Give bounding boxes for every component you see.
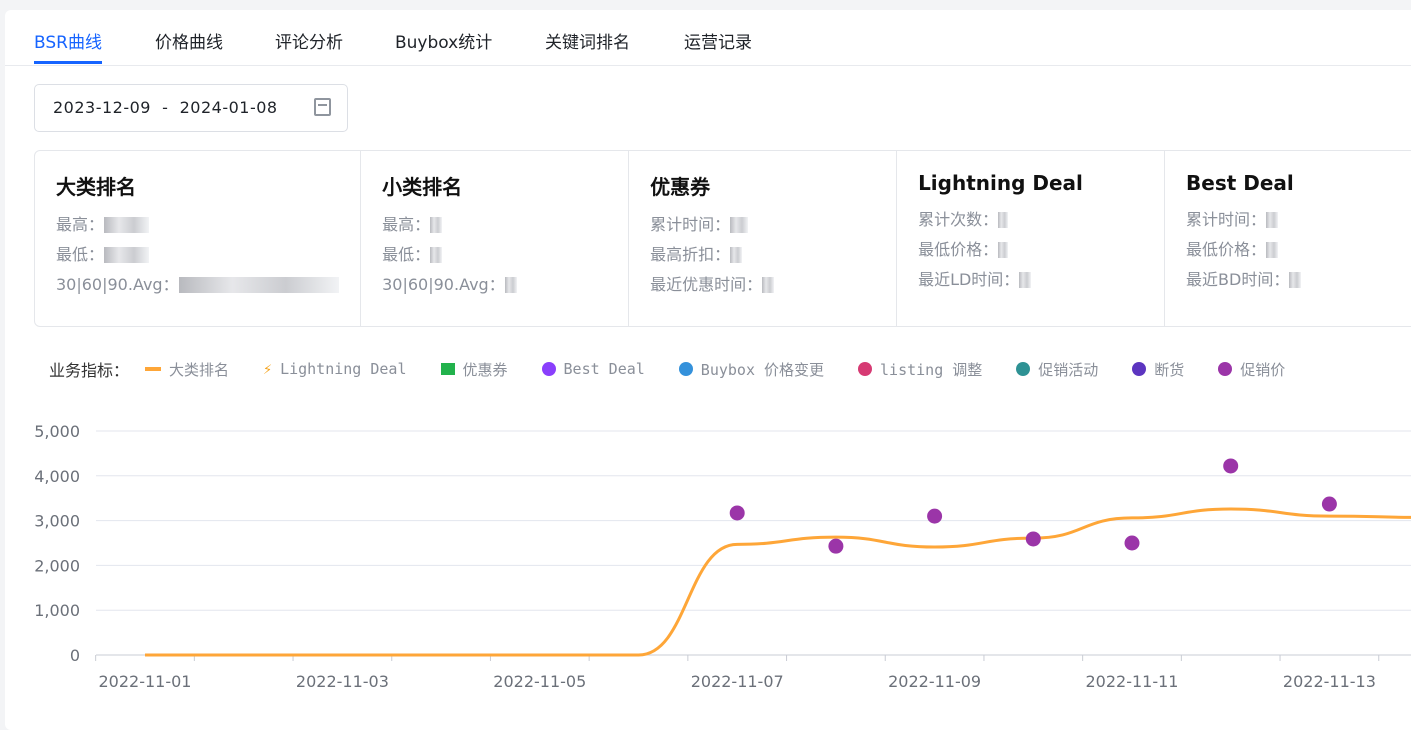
x-tick-label: 2022-11-13 [1283, 672, 1376, 691]
promo-price-point [1223, 458, 1239, 474]
promo-price-point [729, 505, 745, 521]
x-tick-label: 2022-11-09 [888, 672, 981, 691]
promo-price-point [1025, 531, 1041, 547]
x-tick-label: 2022-11-11 [1086, 672, 1179, 691]
x-tick-label: 2022-11-03 [296, 672, 389, 691]
promo-price-point [1124, 535, 1140, 551]
x-tick-label: 2022-11-05 [493, 672, 586, 691]
y-tick-label: 0 [70, 646, 80, 665]
y-tick-label: 5,000 [34, 422, 80, 441]
promo-price-point [828, 538, 844, 554]
y-tick-label: 1,000 [34, 601, 80, 620]
x-tick-label: 2022-11-07 [691, 672, 784, 691]
y-tick-label: 3,000 [34, 512, 80, 531]
x-tick-label: 2022-11-01 [99, 672, 192, 691]
promo-price-point [927, 508, 943, 524]
y-tick-label: 4,000 [34, 467, 80, 486]
bsr-line [145, 507, 1411, 657]
bsr-chart: 0 1,000 2,000 3,000 4,000 5,000 2022-11-01 2022… [34, 422, 1411, 691]
promo-price-point [1321, 496, 1337, 512]
y-tick-label: 2,000 [34, 556, 80, 575]
